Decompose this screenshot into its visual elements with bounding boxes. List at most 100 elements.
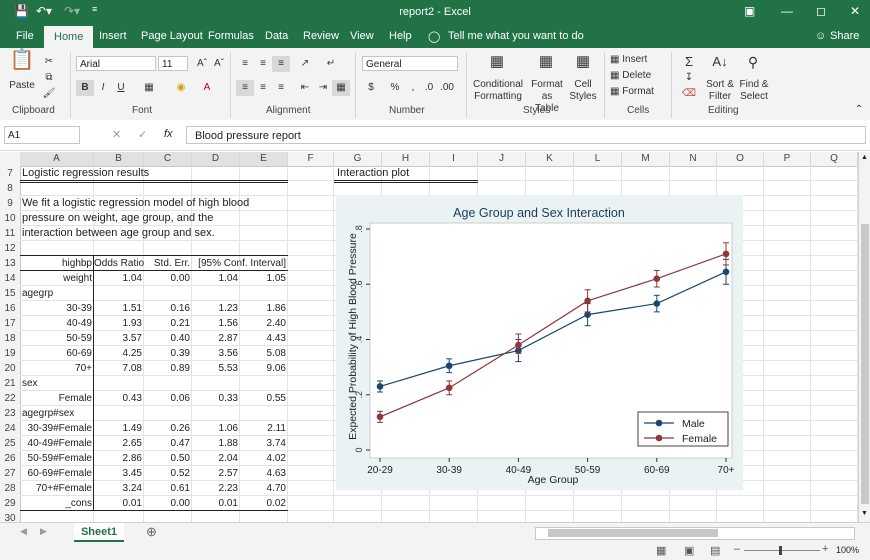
- format-cells-button[interactable]: ▦ Format: [610, 86, 670, 98]
- grow-font-icon[interactable]: Aˆ: [193, 56, 211, 72]
- tab-home[interactable]: Home: [44, 26, 94, 48]
- cell-styles-icon[interactable]: ▦: [574, 54, 592, 70]
- collapse-ribbon-icon[interactable]: ⌃: [850, 102, 868, 118]
- table-cell-std-err[interactable]: 0.89: [144, 361, 190, 376]
- column-header-m[interactable]: M: [622, 152, 670, 166]
- table-row-label[interactable]: agegrp: [22, 286, 92, 301]
- cell-plot-heading[interactable]: Interaction plot: [337, 166, 409, 181]
- align-center-icon[interactable]: ≡: [254, 80, 272, 96]
- ribbon-display-icon[interactable]: ▣: [744, 4, 755, 18]
- table-cell-std-err[interactable]: 0.00: [144, 496, 190, 511]
- cell-paragraph-line[interactable]: pressure on weight, age group, and the: [22, 211, 213, 226]
- table-cell-ci-lower[interactable]: 1.06: [192, 421, 238, 436]
- row-header-14[interactable]: 14: [0, 271, 20, 286]
- decrease-decimal-icon[interactable]: .00: [438, 80, 456, 96]
- column-header-o[interactable]: O: [717, 152, 764, 166]
- table-cell-ci-upper[interactable]: 2.40: [240, 316, 286, 331]
- tab-data[interactable]: Data: [265, 30, 288, 42]
- delete-cells-button[interactable]: ▦ Delete: [610, 70, 670, 82]
- table-cell-ci-lower[interactable]: 2.87: [192, 331, 238, 346]
- table-cell-std-err[interactable]: 0.52: [144, 466, 190, 481]
- table-row-label[interactable]: _cons: [20, 496, 92, 511]
- font-size-box[interactable]: 11: [158, 56, 188, 71]
- find-select-icon[interactable]: ⚲: [744, 54, 762, 70]
- table-row-label[interactable]: Female: [20, 391, 92, 406]
- format-as-table-icon[interactable]: ▦: [537, 54, 555, 70]
- table-cell-odds-ratio[interactable]: 1.49: [94, 421, 142, 436]
- table-cell-ci-lower[interactable]: 1.23: [192, 301, 238, 316]
- row-header-17[interactable]: 17: [0, 316, 20, 331]
- page-layout-view-icon[interactable]: ▣: [684, 544, 694, 557]
- row-header-27[interactable]: 27: [0, 466, 20, 481]
- row-header-10[interactable]: 10: [0, 211, 20, 226]
- row-header-22[interactable]: 22: [0, 391, 20, 406]
- italic-icon[interactable]: I: [94, 80, 112, 96]
- table-header-cell[interactable]: Std. Err.: [144, 256, 190, 271]
- scroll-down-icon[interactable]: ▼: [861, 510, 868, 517]
- table-cell-ci-lower[interactable]: 1.04: [192, 271, 238, 286]
- table-cell-ci-lower[interactable]: 5.53: [192, 361, 238, 376]
- underline-icon[interactable]: U: [112, 80, 130, 96]
- cell-results-heading[interactable]: Logistic regression results: [22, 166, 149, 181]
- row-header-23[interactable]: 23: [0, 406, 20, 421]
- increase-decimal-icon[interactable]: .0: [420, 80, 438, 96]
- paste-icon[interactable]: 📋: [8, 50, 36, 70]
- vertical-scroll-thumb[interactable]: [861, 224, 869, 504]
- table-cell-std-err[interactable]: 0.21: [144, 316, 190, 331]
- table-cell-ci-lower[interactable]: 3.56: [192, 346, 238, 361]
- row-header-11[interactable]: 11: [0, 226, 20, 241]
- shrink-font-icon[interactable]: Aˇ: [210, 56, 228, 72]
- table-cell-std-err[interactable]: 0.50: [144, 451, 190, 466]
- column-header-l[interactable]: L: [574, 152, 622, 166]
- row-header-15[interactable]: 15: [0, 286, 20, 301]
- tab-help[interactable]: Help: [389, 30, 412, 42]
- table-row-label[interactable]: 70+#Female: [20, 481, 92, 496]
- vertical-scrollbar[interactable]: ▲ ▼: [858, 152, 870, 522]
- column-header-n[interactable]: N: [670, 152, 717, 166]
- row-header-24[interactable]: 24: [0, 421, 20, 436]
- zoom-in-icon[interactable]: +: [822, 543, 828, 555]
- column-header-d[interactable]: D: [192, 152, 240, 166]
- table-cell-std-err[interactable]: 0.39: [144, 346, 190, 361]
- font-name-box[interactable]: Arial: [76, 56, 156, 71]
- insert-function-icon[interactable]: fx: [164, 128, 173, 140]
- column-header-k[interactable]: K: [526, 152, 574, 166]
- table-cell-ci-lower[interactable]: 1.88: [192, 436, 238, 451]
- column-header-b[interactable]: B: [94, 152, 144, 166]
- zoom-level[interactable]: 100%: [836, 545, 859, 555]
- fill-color-icon[interactable]: ◉: [172, 80, 190, 96]
- table-cell-std-err[interactable]: 0.06: [144, 391, 190, 406]
- cancel-icon[interactable]: ✕: [112, 128, 121, 141]
- column-header-g[interactable]: G: [334, 152, 382, 166]
- sort-filter-button[interactable]: Sort & Filter: [702, 79, 738, 103]
- table-cell-ci-lower[interactable]: 0.33: [192, 391, 238, 406]
- row-header-18[interactable]: 18: [0, 331, 20, 346]
- table-cell-ci-lower[interactable]: 2.23: [192, 481, 238, 496]
- column-header-i[interactable]: I: [430, 152, 478, 166]
- row-header-25[interactable]: 25: [0, 436, 20, 451]
- table-cell-odds-ratio[interactable]: 2.65: [94, 436, 142, 451]
- tab-view[interactable]: View: [350, 30, 374, 42]
- column-header-h[interactable]: H: [382, 152, 430, 166]
- table-cell-ci-upper[interactable]: 3.74: [240, 436, 286, 451]
- table-row-label[interactable]: 60-69#Female: [20, 466, 92, 481]
- table-row-label[interactable]: agegrp#sex: [22, 406, 92, 421]
- table-cell-odds-ratio[interactable]: 1.04: [94, 271, 142, 286]
- table-cell-std-err[interactable]: 0.40: [144, 331, 190, 346]
- font-color-icon[interactable]: A: [198, 80, 216, 96]
- table-cell-ci-upper[interactable]: 4.70: [240, 481, 286, 496]
- increase-indent-icon[interactable]: ⇥: [314, 80, 332, 96]
- table-row-label[interactable]: 60-69: [20, 346, 92, 361]
- table-cell-odds-ratio[interactable]: 3.57: [94, 331, 142, 346]
- tab-formulas[interactable]: Formulas: [208, 30, 254, 42]
- align-bottom-icon[interactable]: ≡: [272, 56, 290, 72]
- currency-icon[interactable]: $: [362, 80, 380, 96]
- table-row-label[interactable]: 30-39: [20, 301, 92, 316]
- wrap-text-icon[interactable]: ↵: [322, 56, 340, 72]
- row-header-7[interactable]: 7: [0, 166, 20, 181]
- row-header-8[interactable]: 8: [0, 181, 20, 196]
- column-header-e[interactable]: E: [240, 152, 288, 166]
- align-top-icon[interactable]: ≡: [236, 56, 254, 72]
- number-format-box[interactable]: General: [362, 56, 458, 71]
- interaction-chart[interactable]: Age Group and Sex Interaction 0.2.4.6.8 Ex…: [336, 195, 743, 490]
